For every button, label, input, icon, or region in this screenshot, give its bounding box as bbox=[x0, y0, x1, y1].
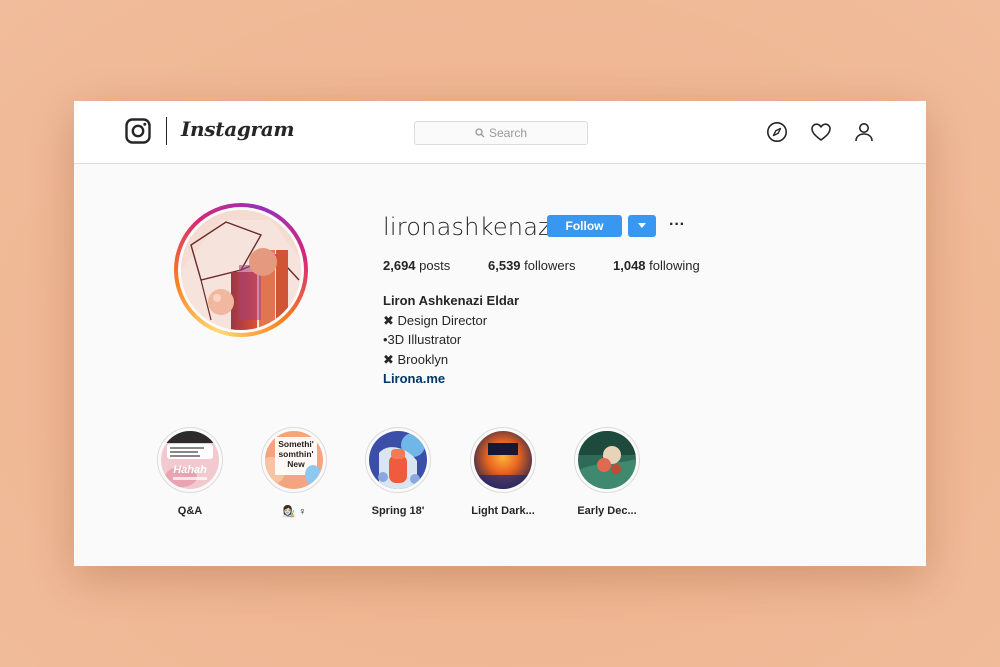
highlight-label: Early Dec... bbox=[577, 505, 637, 517]
full-name: Liron Ashkenazi Eldar bbox=[383, 293, 520, 308]
highlight-cover: Somethi' somthin' New bbox=[265, 431, 323, 489]
bio-line-illustrator: •3D Illustrator bbox=[383, 332, 462, 347]
bio-website-link[interactable]: Lirona.me bbox=[383, 369, 519, 389]
highlight-cover: Hahah bbox=[161, 431, 219, 489]
story-highlight-light-dark[interactable]: Light Dark... bbox=[458, 427, 548, 517]
highlight-ring bbox=[574, 427, 640, 493]
story-highlight-new[interactable]: Somethi' somthin' New 👩🏻‍🎨 ♀ bbox=[249, 427, 339, 518]
avatar-image bbox=[181, 210, 301, 330]
caret-down-icon bbox=[638, 223, 646, 228]
highlight-label: Light Dark... bbox=[471, 505, 535, 517]
posts-count: 2,694 posts bbox=[383, 258, 450, 273]
highlight-ring: Hahah bbox=[157, 427, 223, 493]
heart-icon[interactable] bbox=[810, 121, 832, 143]
followers-label: followers bbox=[524, 258, 576, 273]
highlight-cover bbox=[474, 431, 532, 489]
highlight-art-text: Hahah bbox=[173, 464, 207, 476]
top-nav-bar: Instagram Search bbox=[74, 101, 926, 164]
story-highlight-qa[interactable]: Hahah Q&A bbox=[145, 427, 235, 517]
following-value: 1,048 bbox=[613, 258, 646, 273]
logo-divider bbox=[166, 117, 167, 145]
following-count[interactable]: 1,048 following bbox=[613, 258, 700, 273]
suggestions-dropdown-button[interactable] bbox=[628, 215, 656, 237]
followers-value: 6,539 bbox=[488, 258, 521, 273]
following-label: following bbox=[649, 258, 700, 273]
highlight-cover bbox=[369, 431, 427, 489]
bio-line-location: ✖ Brooklyn bbox=[383, 351, 449, 367]
profile-icon[interactable] bbox=[853, 121, 875, 143]
search-placeholder: Search bbox=[488, 126, 528, 140]
highlight-label: Q&A bbox=[177, 505, 203, 517]
highlight-ring bbox=[470, 427, 536, 493]
highlight-cover bbox=[578, 431, 636, 489]
profile-avatar[interactable] bbox=[174, 203, 308, 337]
search-icon bbox=[475, 128, 485, 138]
posts-value: 2,694 bbox=[383, 258, 416, 273]
search-input[interactable]: Search bbox=[414, 121, 588, 145]
story-highlight-spring[interactable]: Spring 18' bbox=[353, 427, 443, 517]
highlight-ring: Somethi' somthin' New bbox=[261, 427, 327, 493]
profile-bio: Liron Ashkenazi Eldar ✖ Design Director … bbox=[383, 291, 519, 389]
avatar-gap bbox=[178, 207, 304, 333]
more-options-button[interactable]: ··· bbox=[668, 214, 686, 236]
follow-button[interactable]: Follow bbox=[547, 215, 622, 237]
story-highlight-early-dec[interactable]: Early Dec... bbox=[562, 427, 652, 517]
highlight-label: 👩🏻‍🎨 ♀ bbox=[281, 506, 307, 518]
instagram-wordmark[interactable]: Instagram bbox=[181, 117, 295, 141]
instagram-logo-icon[interactable] bbox=[125, 118, 151, 144]
profile-username: lironashkenazi bbox=[383, 213, 558, 241]
followers-count[interactable]: 6,539 followers bbox=[488, 258, 575, 273]
posts-label: posts bbox=[419, 258, 451, 273]
browser-window: Instagram Search lironashkenazi Follow ·… bbox=[74, 101, 926, 566]
explore-icon[interactable] bbox=[766, 121, 788, 143]
bio-line-role: ✖ Design Director bbox=[383, 312, 488, 328]
highlight-label: Spring 18' bbox=[371, 505, 425, 517]
highlight-ring bbox=[365, 427, 431, 493]
